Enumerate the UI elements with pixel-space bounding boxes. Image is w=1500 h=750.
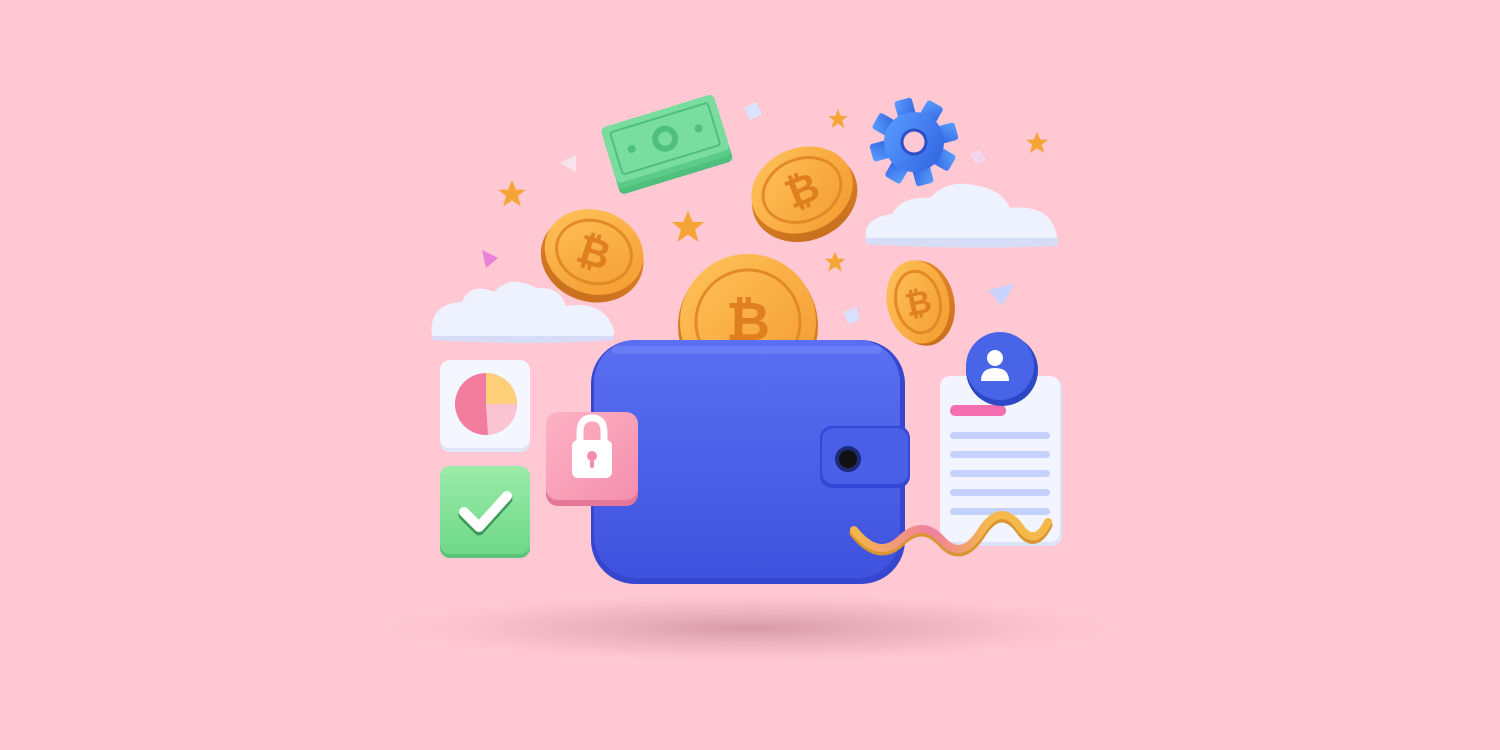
illustration-canvas: ₿ ₿ ₿ ₿ [0, 0, 1500, 750]
floor-shadow [360, 590, 1140, 666]
wallet-clasp [820, 426, 910, 488]
checkmark-icon [440, 466, 530, 558]
crypto-wallet-illustration: ₿ ₿ ₿ ₿ [0, 0, 1500, 750]
pie-chart-icon [440, 360, 530, 452]
padlock-icon [546, 412, 638, 506]
